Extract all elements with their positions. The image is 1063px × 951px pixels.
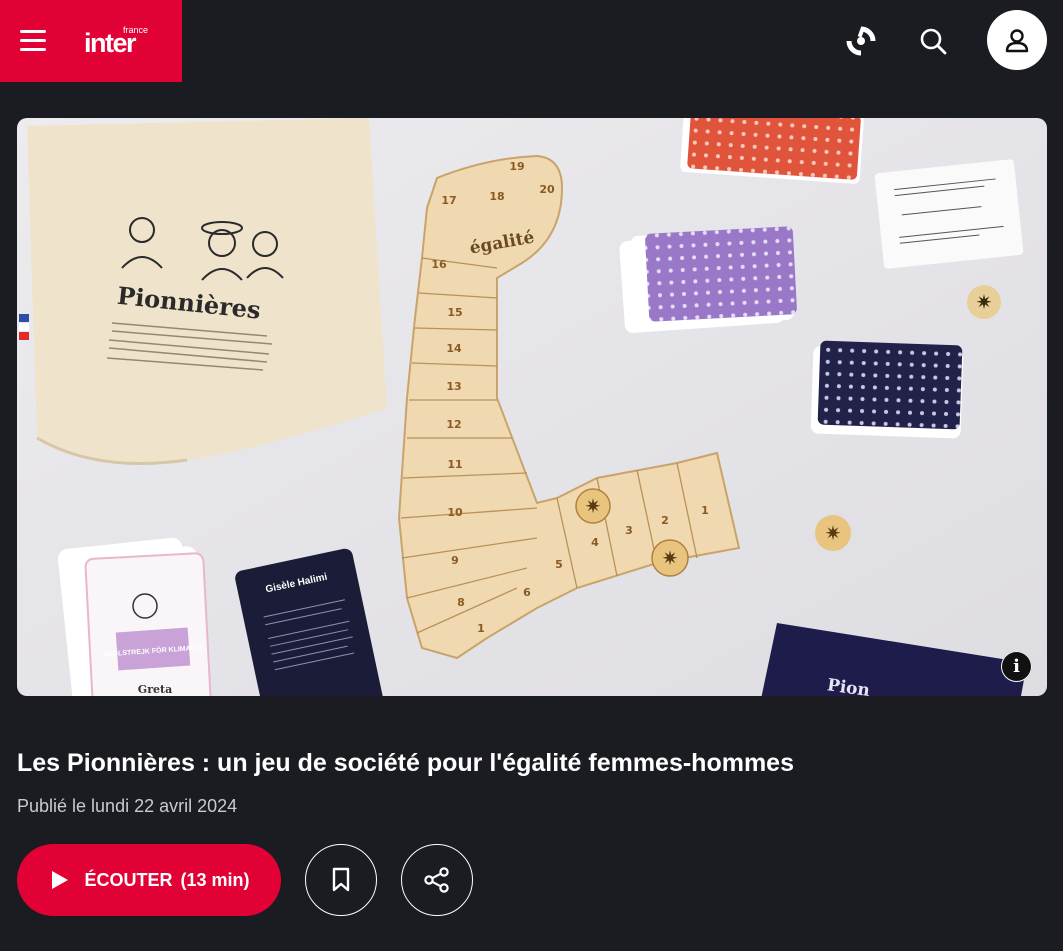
svg-text:4: 4	[591, 536, 599, 549]
svg-text:9: 9	[451, 554, 459, 567]
svg-text:✷: ✷	[585, 496, 602, 518]
top-bar: france inter	[0, 0, 1063, 82]
logo-main-text: inter	[84, 28, 137, 58]
listen-label: ÉCOUTER	[84, 869, 173, 890]
share-button[interactable]	[401, 844, 473, 916]
svg-text:18: 18	[489, 190, 504, 203]
svg-text:5: 5	[555, 558, 563, 571]
bookmark-button[interactable]	[305, 844, 377, 916]
svg-text:10: 10	[447, 506, 463, 519]
menu-icon	[20, 30, 46, 33]
listen-duration: (13 min)	[180, 869, 250, 890]
article-hero-image: Pionnières ✷ ✷ égalité 1 2 3 4 5 6 1 8 9…	[17, 118, 1047, 696]
svg-text:1: 1	[701, 504, 709, 517]
account-button[interactable]	[987, 10, 1047, 70]
svg-text:2: 2	[661, 514, 669, 527]
menu-button[interactable]	[14, 22, 52, 60]
search-button[interactable]	[912, 20, 954, 62]
play-icon	[52, 871, 69, 889]
menu-icon-line	[20, 48, 46, 51]
svg-text:17: 17	[441, 194, 456, 207]
svg-text:1: 1	[477, 622, 485, 635]
svg-text:11: 11	[447, 458, 462, 471]
live-radio-button[interactable]	[840, 20, 882, 62]
svg-text:6: 6	[523, 586, 531, 599]
svg-text:13: 13	[446, 380, 461, 393]
svg-text:16: 16	[431, 258, 447, 271]
svg-text:3: 3	[625, 524, 633, 537]
game-photo: Pionnières ✷ ✷ égalité 1 2 3 4 5 6 1 8 9…	[17, 118, 1047, 696]
live-radio-icon	[846, 26, 876, 56]
svg-text:✷: ✷	[662, 548, 679, 570]
svg-text:8: 8	[457, 596, 465, 609]
article-title: Les Pionnières : un jeu de société pour …	[17, 749, 794, 777]
image-info-button[interactable]: i	[1001, 651, 1032, 682]
listen-button[interactable]: ÉCOUTER (13 min)	[17, 844, 281, 916]
svg-text:✷: ✷	[825, 523, 842, 545]
france-inter-logo[interactable]: france inter	[84, 24, 154, 60]
svg-text:✷: ✷	[976, 292, 993, 314]
svg-text:19: 19	[509, 160, 524, 173]
greta-label: Greta	[138, 683, 172, 696]
user-icon	[1005, 29, 1029, 53]
info-icon: i	[1013, 656, 1020, 677]
search-icon	[920, 28, 947, 55]
svg-text:15: 15	[447, 306, 462, 319]
brand-block: france inter	[0, 0, 182, 82]
bookmark-icon	[332, 867, 350, 892]
share-icon	[424, 867, 449, 893]
publication-date: Publié le lundi 22 avril 2024	[17, 796, 238, 816]
menu-icon-line	[20, 39, 46, 42]
svg-text:12: 12	[446, 418, 461, 431]
svg-text:20: 20	[539, 183, 555, 196]
svg-text:14: 14	[446, 342, 462, 355]
